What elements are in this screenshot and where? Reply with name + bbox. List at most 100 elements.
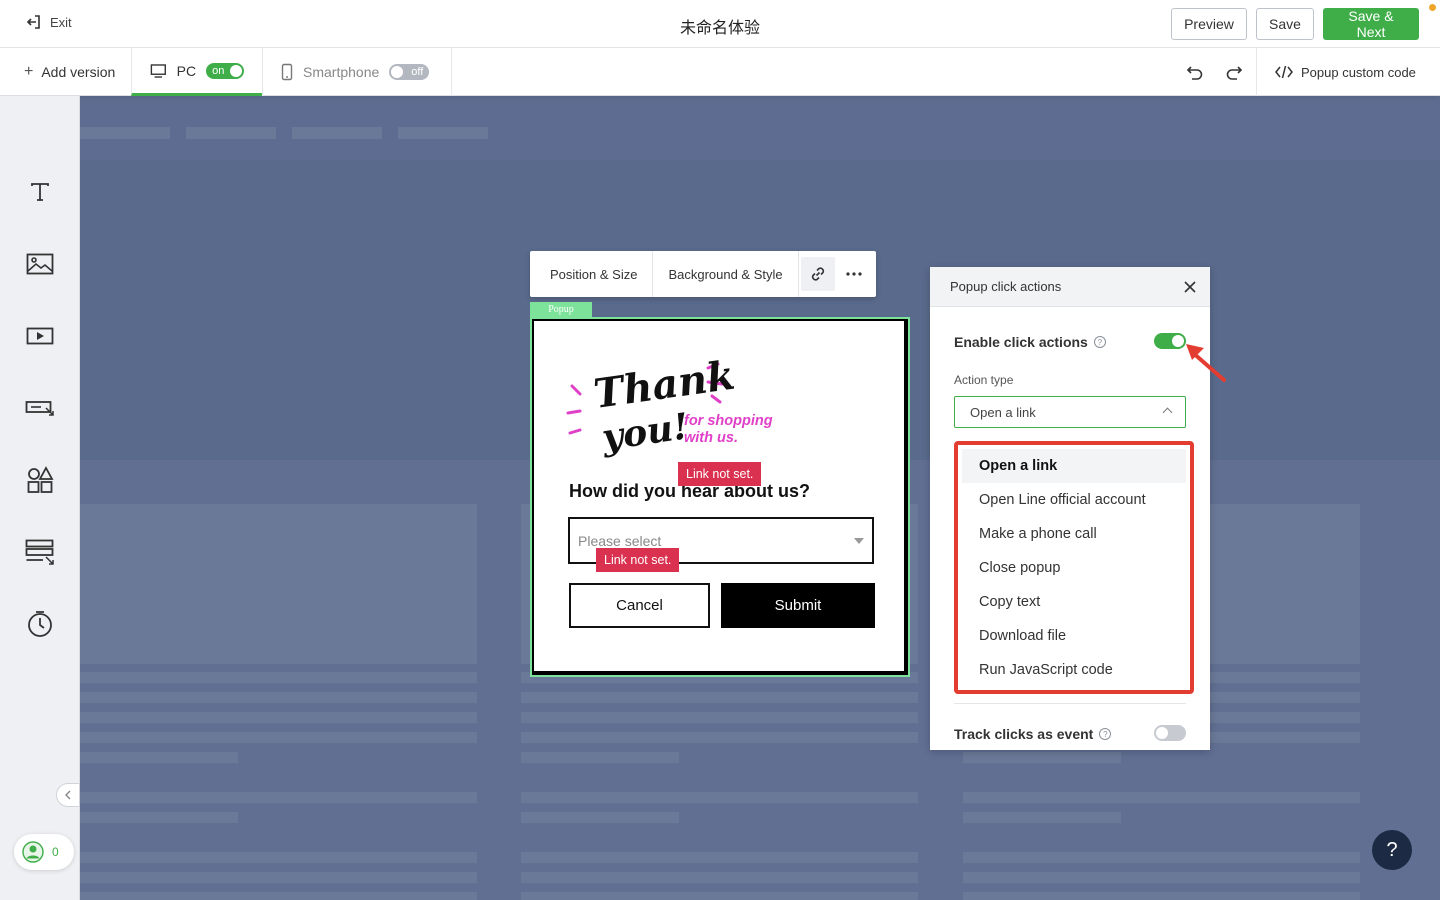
divider [954, 703, 1186, 704]
action-type-select[interactable]: Open a link [954, 396, 1186, 428]
option-open-line[interactable]: Open Line official account [962, 483, 1186, 517]
placeholder-line [963, 852, 1360, 863]
save-next-button[interactable]: Save & Next [1323, 8, 1419, 40]
canvas-nav-band [80, 96, 1440, 160]
placeholder-block [186, 127, 276, 139]
timer-tool[interactable] [24, 608, 56, 640]
toggle-knob [391, 66, 404, 78]
background-style-button[interactable]: Background & Style [653, 251, 799, 297]
placeholder-block [398, 127, 488, 139]
top-bar: Exit 未命名体验 Preview Save Save & Next [0, 0, 1440, 48]
add-version-button[interactable]: + Add version [24, 63, 115, 81]
action-type-value: Open a link [970, 405, 1036, 420]
placeholder-line [521, 692, 918, 703]
placeholder-line [521, 852, 918, 863]
code-icon [1275, 65, 1293, 79]
video-tool[interactable] [24, 320, 56, 352]
popup-cancel-button[interactable]: Cancel [569, 583, 710, 628]
placeholder-block [292, 127, 382, 139]
popup-click-actions-panel: Popup click actions Enable click actions… [930, 267, 1210, 750]
shapes-tool[interactable] [24, 464, 56, 496]
form-tool[interactable] [24, 536, 56, 568]
undo-icon [1186, 66, 1203, 80]
enable-click-actions-label: Enable click actions [954, 334, 1088, 350]
popup-submit-button[interactable]: Submit [721, 583, 875, 628]
placeholder-line [521, 732, 918, 743]
placeholder-line [80, 852, 477, 863]
placeholder-block [80, 127, 170, 139]
device-bar: + Add version PC on Smartphone off Popup… [0, 48, 1440, 96]
close-button[interactable] [1178, 275, 1202, 299]
tab-pc-label: PC [176, 62, 197, 79]
placeholder-line [80, 872, 477, 883]
option-phone-call[interactable]: Make a phone call [962, 517, 1186, 551]
placeholder-card [80, 504, 477, 664]
pc-toggle[interactable]: on [206, 62, 244, 79]
redo-button[interactable] [1222, 60, 1246, 84]
annotation-arrow-icon [1186, 344, 1226, 382]
save-button[interactable]: Save [1256, 8, 1314, 40]
tab-smartphone[interactable]: Smartphone off [262, 48, 452, 96]
smartphone-icon [281, 63, 293, 81]
placeholder-line [963, 812, 1121, 823]
position-size-button[interactable]: Position & Size [530, 251, 654, 297]
placeholder-line [521, 872, 918, 883]
caret-down-icon [854, 538, 864, 544]
placeholder-line [80, 672, 477, 683]
popup-tag: Popup [530, 302, 592, 318]
help-icon[interactable]: ? [1099, 728, 1112, 740]
link-icon [811, 267, 824, 281]
plus-icon: + [24, 63, 34, 80]
video-icon [26, 327, 54, 345]
monitor-icon [150, 63, 166, 78]
redo-icon [1226, 66, 1243, 80]
more-button[interactable] [837, 257, 871, 291]
button-tool[interactable] [24, 392, 56, 424]
link-warning-badge: Link not set. [596, 548, 680, 572]
option-download-file[interactable]: Download file [962, 619, 1186, 653]
thank-you-graphic: Thank you! for shopping with us. [566, 358, 773, 459]
image-tool[interactable] [24, 248, 56, 280]
collapse-sidebar-button[interactable] [56, 783, 80, 807]
track-clicks-switch[interactable] [1154, 725, 1186, 741]
placeholder-line [80, 732, 477, 743]
placeholder-line [521, 712, 918, 723]
panel-title: Popup click actions [950, 279, 1062, 294]
placeholder-line [80, 792, 477, 803]
undo-button[interactable] [1183, 60, 1207, 84]
placeholder-line [963, 872, 1360, 883]
track-clicks-row: Track clicks as event ? [954, 726, 1112, 742]
button-icon [25, 401, 54, 416]
placeholder-line [963, 752, 1121, 763]
pc-toggle-text: on [212, 64, 225, 77]
with-us-text: with us. [684, 430, 738, 446]
action-type-dropdown: Open a link Open Line official account M… [954, 441, 1194, 694]
exit-button[interactable]: Exit [26, 14, 72, 30]
text-tool[interactable] [24, 176, 56, 208]
element-toolbar: Position & Size Background & Style [530, 251, 876, 297]
help-icon[interactable]: ? [1093, 336, 1106, 348]
placeholder-line [80, 812, 238, 823]
placeholder-line [80, 692, 477, 703]
panel-header: Popup click actions [930, 267, 1210, 307]
timer-icon [28, 611, 52, 637]
help-button[interactable]: ? [1372, 830, 1412, 870]
text-icon [31, 183, 49, 201]
tab-pc[interactable]: PC on [131, 48, 262, 96]
track-clicks-label: Track clicks as event [954, 726, 1094, 742]
preview-button[interactable]: Preview [1171, 8, 1247, 40]
option-run-js[interactable]: Run JavaScript code [962, 653, 1186, 687]
smartphone-toggle[interactable]: off [389, 64, 430, 80]
placeholder-line [521, 892, 918, 900]
chevron-left-icon [65, 790, 71, 800]
option-copy-text[interactable]: Copy text [962, 585, 1186, 619]
option-open-link[interactable]: Open a link [962, 449, 1186, 483]
link-button[interactable] [800, 257, 835, 291]
close-icon [1184, 281, 1196, 293]
user-badge[interactable]: 0 [14, 834, 74, 870]
option-close-popup[interactable]: Close popup [962, 551, 1186, 585]
image-icon [26, 253, 54, 275]
action-type-label: Action type [954, 373, 1014, 387]
for-shopping-text: for shopping [684, 413, 773, 429]
popup-custom-code-button[interactable]: Popup custom code [1256, 48, 1416, 96]
